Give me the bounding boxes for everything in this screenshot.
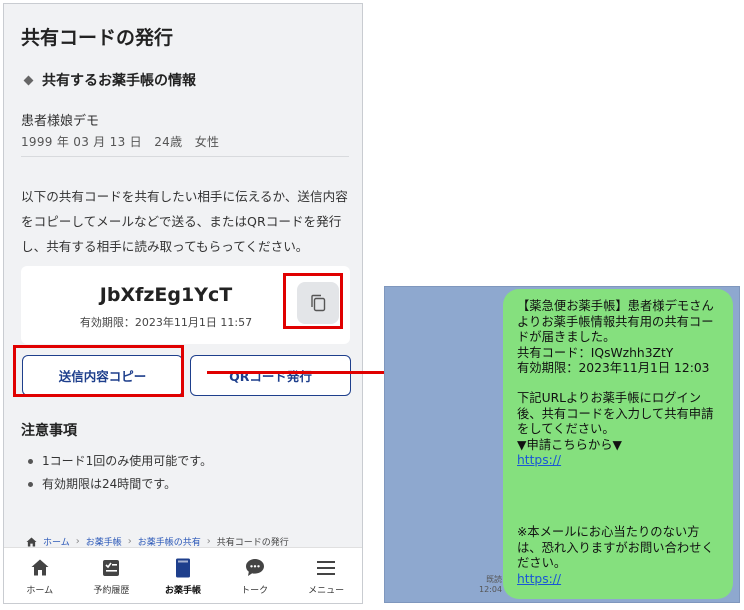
chat-screen: 既読 12:04 【薬急便お薬手帳】患者様デモさんよりお薬手帳情報共有用の共有コ… [384, 286, 740, 603]
copy-button-highlight [283, 273, 343, 329]
message-time: 12:04 [479, 585, 503, 594]
message-body: 下記URLよりお薬手帳にログイン後、共有コードを入力して共有申請をしてください。… [517, 390, 714, 452]
read-label: 既読 [486, 575, 503, 584]
message-meta: 既読 12:04 [479, 575, 502, 595]
nav-label-notebook: お薬手帳 [164, 585, 201, 596]
diamond-bullet-icon [23, 75, 34, 85]
notes-list: 1コード1回のみ使用可能です。 有効期限は24時間です。 [28, 450, 212, 496]
note-item: 1コード1回のみ使用可能です。 [28, 450, 212, 473]
chevron-right-icon: › [75, 536, 80, 547]
contact-link[interactable]: https:// [517, 572, 723, 588]
divider [21, 156, 349, 157]
nav-label-menu: メニュー [308, 585, 345, 596]
bottom-nav: ホーム 予約履歴 お薬手帳 トーク メニュー [4, 547, 362, 603]
chevron-right-icon: › [206, 536, 211, 547]
issue-qr-code-button[interactable]: QRコード発行 [190, 355, 351, 396]
nav-label-talk: トーク [241, 585, 269, 596]
chat-icon [245, 558, 265, 578]
section-title-label: 共有するお薬手帳の情報 [42, 73, 196, 89]
message-footer: ※本メールにお心当たりのない方は、恐れ入りますがお問い合わせください。 [517, 524, 714, 571]
message-bubble: 【薬急便お薬手帳】患者様デモさんよりお薬手帳情報共有用の共有コードが届きました。… [503, 289, 733, 599]
nav-item-home[interactable]: ホーム [4, 548, 76, 603]
menu-icon [316, 558, 336, 578]
chevron-right-icon: › [127, 536, 132, 547]
send-button-highlight [13, 345, 184, 397]
notes-title: 注意事項 [21, 423, 77, 439]
apply-link[interactable]: https:// [517, 453, 723, 469]
nav-label-home: ホーム [26, 585, 54, 596]
home-icon [30, 558, 50, 578]
section-title: 共有するお薬手帳の情報 [21, 70, 196, 90]
history-icon [101, 558, 121, 578]
page-title: 共有コードの発行 [21, 27, 174, 49]
instructions-text: 以下の共有コードを共有したい相手に伝えるか、送信内容をコピーしてメールなどで送る… [21, 189, 348, 254]
nav-item-notebook[interactable]: お薬手帳 [147, 548, 219, 603]
note-item: 有効期限は24時間です。 [28, 473, 212, 496]
share-code-expiry: 有効期限：2023年11月1日 11:57 [79, 316, 253, 329]
message-header: 【薬急便お薬手帳】患者様デモさんよりお薬手帳情報共有用の共有コードが届きました。… [517, 299, 714, 376]
share-code-value: JbXfzEg1YcT [99, 284, 233, 306]
nav-item-history[interactable]: 予約履歴 [76, 548, 148, 603]
home-icon [26, 536, 37, 547]
patient-info: 1999 年 03 月 13 日 24歳 女性 [21, 135, 220, 149]
nav-item-talk[interactable]: トーク [219, 548, 291, 603]
nav-item-menu[interactable]: メニュー [290, 548, 362, 603]
nav-label-history: 予約履歴 [93, 585, 130, 596]
notebook-icon [173, 558, 193, 578]
patient-name: 患者様娘デモ [21, 114, 100, 129]
